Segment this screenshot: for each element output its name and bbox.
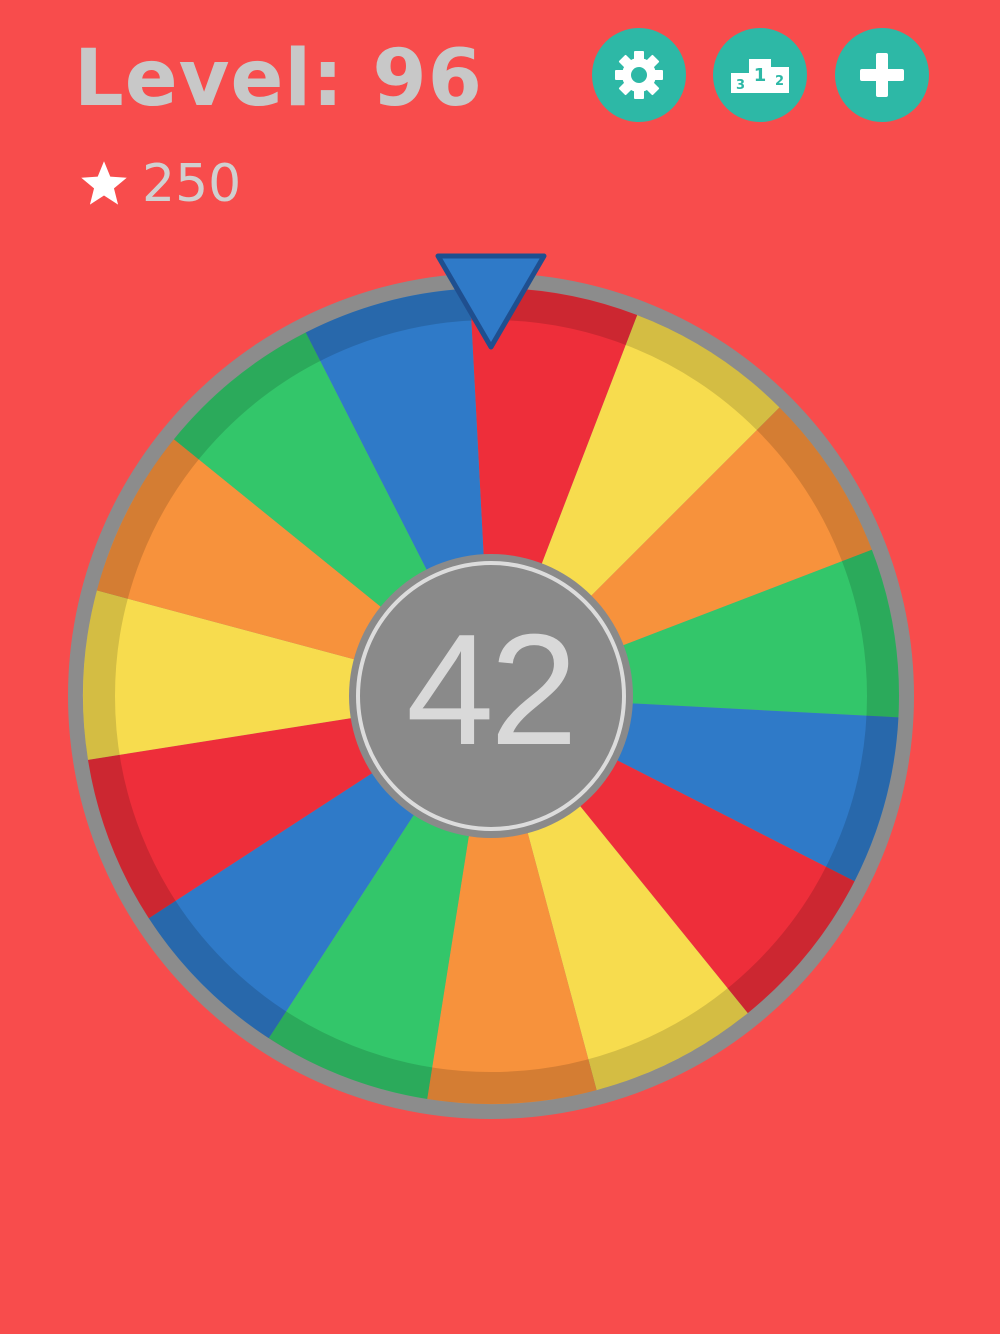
game-screen: Level: 96 250 1 3 2 42 xyxy=(0,0,1000,1334)
center-number: 42 xyxy=(406,602,578,778)
